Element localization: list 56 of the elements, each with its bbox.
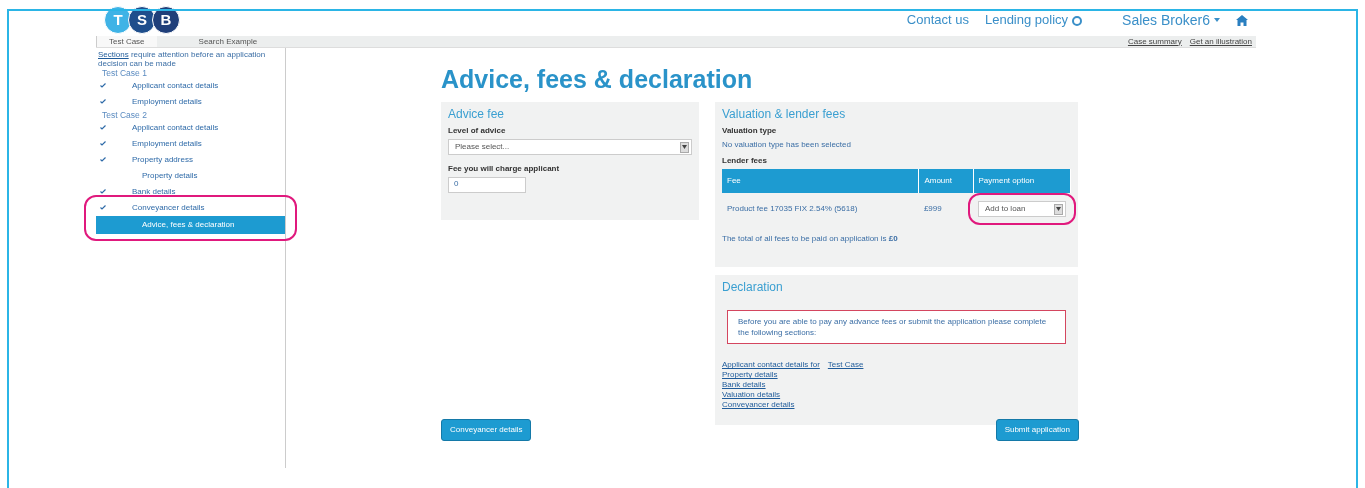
- section-link[interactable]: Conveyancer details: [722, 400, 1071, 411]
- sidebar-item[interactable]: Employment details: [96, 94, 285, 110]
- fee-input[interactable]: 0: [448, 177, 526, 194]
- section-link[interactable]: Test Case: [827, 360, 864, 371]
- column-header: Payment option: [973, 169, 1071, 194]
- sidebar-item[interactable]: Applicant contact details: [96, 120, 285, 136]
- panel-title: Valuation & lender fees: [722, 107, 847, 122]
- check-icon: [100, 141, 106, 147]
- sidebar-item[interactable]: Conveyancer details: [96, 200, 285, 216]
- section-link[interactable]: Property details: [722, 370, 1071, 381]
- check-icon: [100, 157, 106, 163]
- tab[interactable]: Search Example: [186, 36, 270, 47]
- valuation-type-text: No valuation type has been selected: [722, 139, 852, 152]
- payment-select[interactable]: Add to loan: [978, 201, 1066, 218]
- sidebar-item[interactable]: Property details: [96, 168, 285, 184]
- sidebar-item[interactable]: Employment details: [96, 136, 285, 152]
- panel-title: Declaration: [722, 280, 784, 295]
- section-link[interactable]: Applicant contact details for: [722, 360, 820, 371]
- column-header: Fee: [722, 169, 919, 194]
- toolbar-link[interactable]: Get an illustration: [1189, 35, 1252, 48]
- check-icon: [100, 189, 106, 195]
- group-title: Test Case 2: [101, 110, 148, 120]
- tab[interactable]: Test Case: [96, 36, 157, 47]
- check-icon: [100, 205, 106, 211]
- sidebar-note: Sections require attention before an application decision can be made: [97, 50, 267, 68]
- header-link[interactable]: Lending policy: [984, 10, 1083, 30]
- section-link[interactable]: Valuation details: [722, 390, 1071, 401]
- section-link[interactable]: Sections: [98, 50, 129, 59]
- field-label: Level of advice: [448, 125, 507, 138]
- check-icon: [100, 99, 106, 105]
- caret-icon: [1214, 18, 1220, 22]
- check-icon: [100, 125, 106, 131]
- logo-letter: T: [104, 6, 132, 34]
- check-icon: [100, 83, 106, 89]
- field-label: Lender fees: [722, 155, 768, 168]
- field-label: Valuation type: [722, 125, 778, 138]
- field-label: Fee you will charge applicant: [448, 163, 561, 176]
- sidebar-item[interactable]: Bank details: [96, 184, 285, 200]
- info-icon: [1072, 15, 1083, 26]
- total-text: The total of all fees to be paid on application is £0: [722, 233, 899, 246]
- toolbar-link[interactable]: Case summary: [1127, 35, 1182, 48]
- table-cell: Product fee 17035 FIX 2.54% (5618): [722, 193, 919, 226]
- header-link[interactable]: Contact us: [906, 10, 969, 30]
- group-title: Test Case 1: [101, 68, 148, 78]
- sidebar-item[interactable]: Applicant contact details: [96, 78, 285, 94]
- user-menu[interactable]: Sales Broker6: [1122, 9, 1220, 31]
- section-link[interactable]: Bank details: [722, 380, 1071, 391]
- column-header: Amount: [918, 169, 973, 194]
- logo-letter: B: [152, 6, 180, 34]
- level-select[interactable]: Please select...: [448, 139, 692, 156]
- panel-title: Advice fee: [448, 107, 506, 122]
- page-title: Advice, fees & declaration: [441, 64, 754, 94]
- table-cell: £999: [918, 193, 973, 226]
- warning-message: Before you are able to pay any advance fees or submit the application please complete the following sections:: [727, 310, 1066, 345]
- sidebar-item[interactable]: Property address: [96, 152, 285, 168]
- home-icon[interactable]: [1236, 14, 1248, 26]
